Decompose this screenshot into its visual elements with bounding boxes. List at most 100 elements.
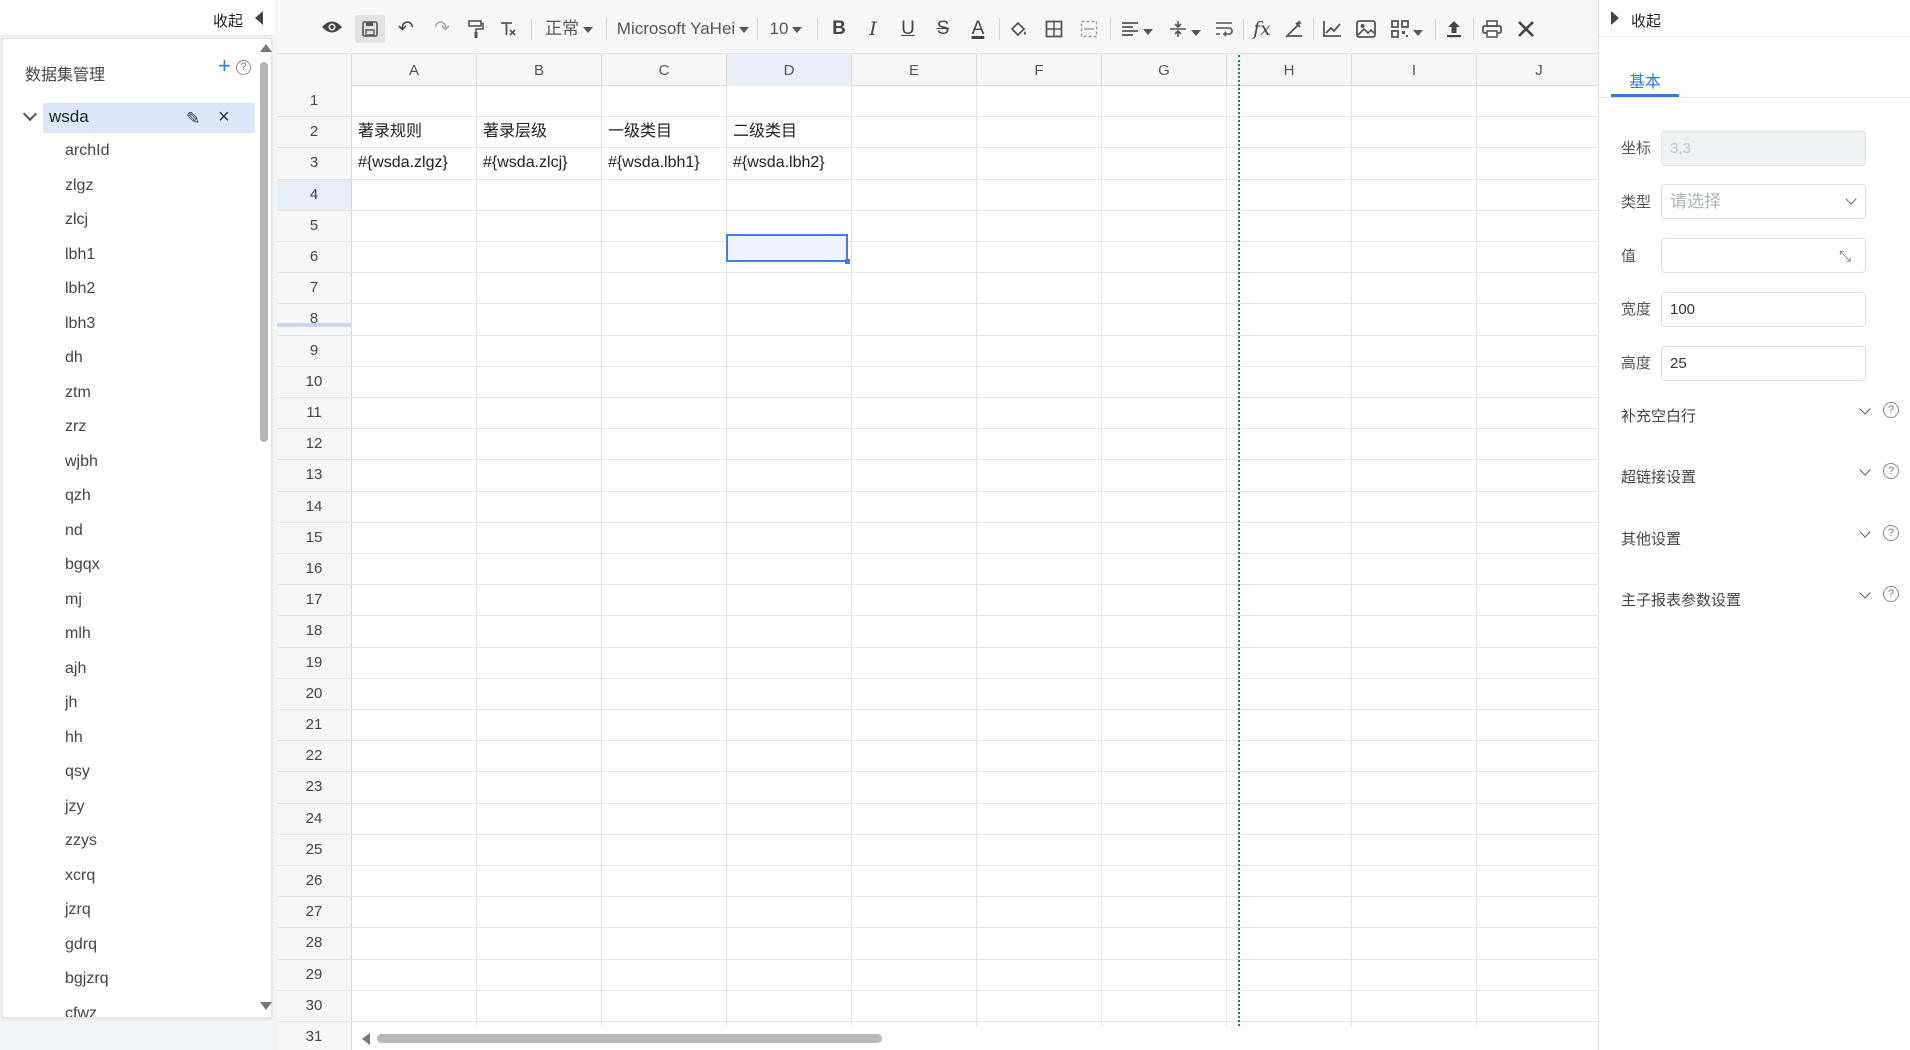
grid-cell[interactable] — [852, 710, 977, 741]
dataset-field-item[interactable]: zlgz — [65, 169, 109, 204]
dataset-field-item[interactable]: ztm — [65, 376, 109, 411]
grid-cell[interactable] — [1352, 429, 1477, 460]
eye-icon[interactable] — [319, 15, 345, 43]
grid-cell[interactable] — [1227, 242, 1352, 273]
grid-cell[interactable] — [727, 647, 852, 678]
grid-cell[interactable] — [977, 616, 1102, 647]
grid-cell[interactable] — [977, 647, 1102, 678]
row-header[interactable]: 8 — [277, 304, 352, 335]
dataset-field-item[interactable]: bgjzrq — [65, 962, 109, 997]
grid-cell[interactable] — [352, 959, 477, 990]
add-dataset-icon[interactable]: + — [218, 55, 231, 77]
grid-cell[interactable] — [852, 179, 977, 210]
grid-cell[interactable] — [1477, 928, 1598, 958]
grid-cell[interactable] — [352, 210, 477, 241]
grid-cell[interactable] — [1102, 866, 1227, 897]
grid-cell[interactable] — [1102, 148, 1227, 179]
column-header-d[interactable]: D — [727, 55, 852, 86]
grid-cell[interactable] — [352, 803, 477, 834]
grid-cell[interactable] — [977, 741, 1102, 772]
grid-cell[interactable] — [727, 335, 852, 366]
grid-cell[interactable] — [727, 554, 852, 585]
grid-cell[interactable] — [1352, 959, 1477, 990]
grid-cell[interactable] — [1477, 866, 1598, 896]
grid-cell[interactable] — [1227, 834, 1352, 865]
grid-cell[interactable] — [1477, 117, 1598, 147]
row-header[interactable]: 26 — [277, 866, 352, 897]
help-icon[interactable]: ? — [1883, 586, 1899, 602]
grid-cell[interactable] — [477, 928, 602, 959]
grid-cell[interactable] — [727, 398, 852, 429]
dataset-field-item[interactable]: lbh1 — [65, 238, 109, 273]
grid-cell[interactable] — [1227, 710, 1352, 741]
grid-cell[interactable] — [1102, 897, 1227, 928]
grid-cell[interactable] — [727, 834, 852, 865]
grid-cell[interactable] — [977, 959, 1102, 990]
grid-cell[interactable] — [852, 491, 977, 522]
grid-cell[interactable] — [1352, 803, 1477, 834]
vertical-align-button[interactable] — [1165, 15, 1205, 43]
grid-cell[interactable] — [1227, 803, 1352, 834]
dataset-field-item[interactable]: nd — [65, 514, 109, 549]
grid-cell[interactable] — [1102, 616, 1227, 647]
column-header-i[interactable]: I — [1352, 55, 1477, 86]
grid-cell[interactable] — [1477, 804, 1598, 834]
grid-cell[interactable] — [602, 710, 727, 741]
row-header[interactable]: 9 — [277, 335, 352, 366]
grid-cell[interactable] — [477, 429, 602, 460]
right-collapse-label[interactable]: 收起 — [1631, 10, 1661, 31]
grid-cell[interactable] — [477, 772, 602, 803]
row-header[interactable]: 22 — [277, 741, 352, 772]
grid-cell[interactable] — [1352, 398, 1477, 429]
image-icon[interactable] — [1353, 15, 1379, 43]
grid-cell[interactable] — [1352, 616, 1477, 647]
bold-button[interactable]: B — [827, 15, 851, 43]
tab-basic[interactable]: 基本 — [1611, 68, 1679, 92]
grid-cell[interactable] — [1102, 273, 1227, 304]
chevron-down-icon[interactable] — [22, 106, 38, 122]
grid-cell[interactable] — [1102, 959, 1227, 990]
grid-cell[interactable]: #{wsda.zlgz} — [352, 148, 477, 179]
grid-cell[interactable] — [977, 928, 1102, 959]
grid-cell[interactable] — [1227, 741, 1352, 772]
grid-cell[interactable] — [1102, 647, 1227, 678]
chevron-down-icon[interactable] — [1859, 526, 1871, 538]
grid-cell[interactable] — [352, 335, 477, 366]
caret-right-icon[interactable] — [1611, 11, 1619, 25]
scroll-up-icon[interactable] — [260, 44, 272, 52]
grid-cell[interactable] — [727, 429, 852, 460]
grid-cell[interactable] — [1352, 741, 1477, 772]
grid-cell[interactable] — [1102, 585, 1227, 616]
grid-cell[interactable] — [477, 522, 602, 553]
grid-cell[interactable] — [727, 522, 852, 553]
dataset-field-item[interactable]: jh — [65, 686, 109, 721]
grid-cell[interactable] — [727, 273, 852, 304]
grid-cell[interactable] — [727, 304, 852, 335]
grid-cell[interactable] — [352, 304, 477, 335]
conditional-format-icon[interactable] — [1281, 15, 1307, 43]
grid-cell[interactable] — [852, 460, 977, 491]
grid-cell[interactable] — [477, 460, 602, 491]
grid-cell[interactable] — [1477, 960, 1598, 990]
grid-cell[interactable] — [602, 335, 727, 366]
grid-cell[interactable] — [352, 616, 477, 647]
row-header[interactable]: 2 — [277, 117, 352, 148]
grid-cell[interactable] — [352, 460, 477, 491]
grid-cell[interactable] — [477, 897, 602, 928]
grid-cell[interactable] — [1352, 990, 1477, 1021]
grid-cell[interactable] — [1102, 834, 1227, 865]
grid-cell[interactable] — [977, 242, 1102, 273]
chevron-down-icon[interactable] — [1859, 464, 1871, 476]
grid-cell[interactable] — [1477, 554, 1598, 584]
value-field[interactable] — [1661, 238, 1866, 273]
grid-cell[interactable] — [1227, 866, 1352, 897]
row-header[interactable]: 11 — [277, 398, 352, 429]
grid-cell[interactable] — [727, 928, 852, 959]
grid-cell[interactable] — [602, 928, 727, 959]
grid-cell[interactable] — [727, 897, 852, 928]
grid-cell[interactable] — [1477, 523, 1598, 553]
grid-cell[interactable] — [1352, 772, 1477, 803]
grid-cell[interactable] — [1477, 991, 1598, 1021]
left-collapse-bar[interactable]: 收起 — [0, 0, 275, 36]
row-header[interactable]: 3 — [277, 148, 352, 179]
